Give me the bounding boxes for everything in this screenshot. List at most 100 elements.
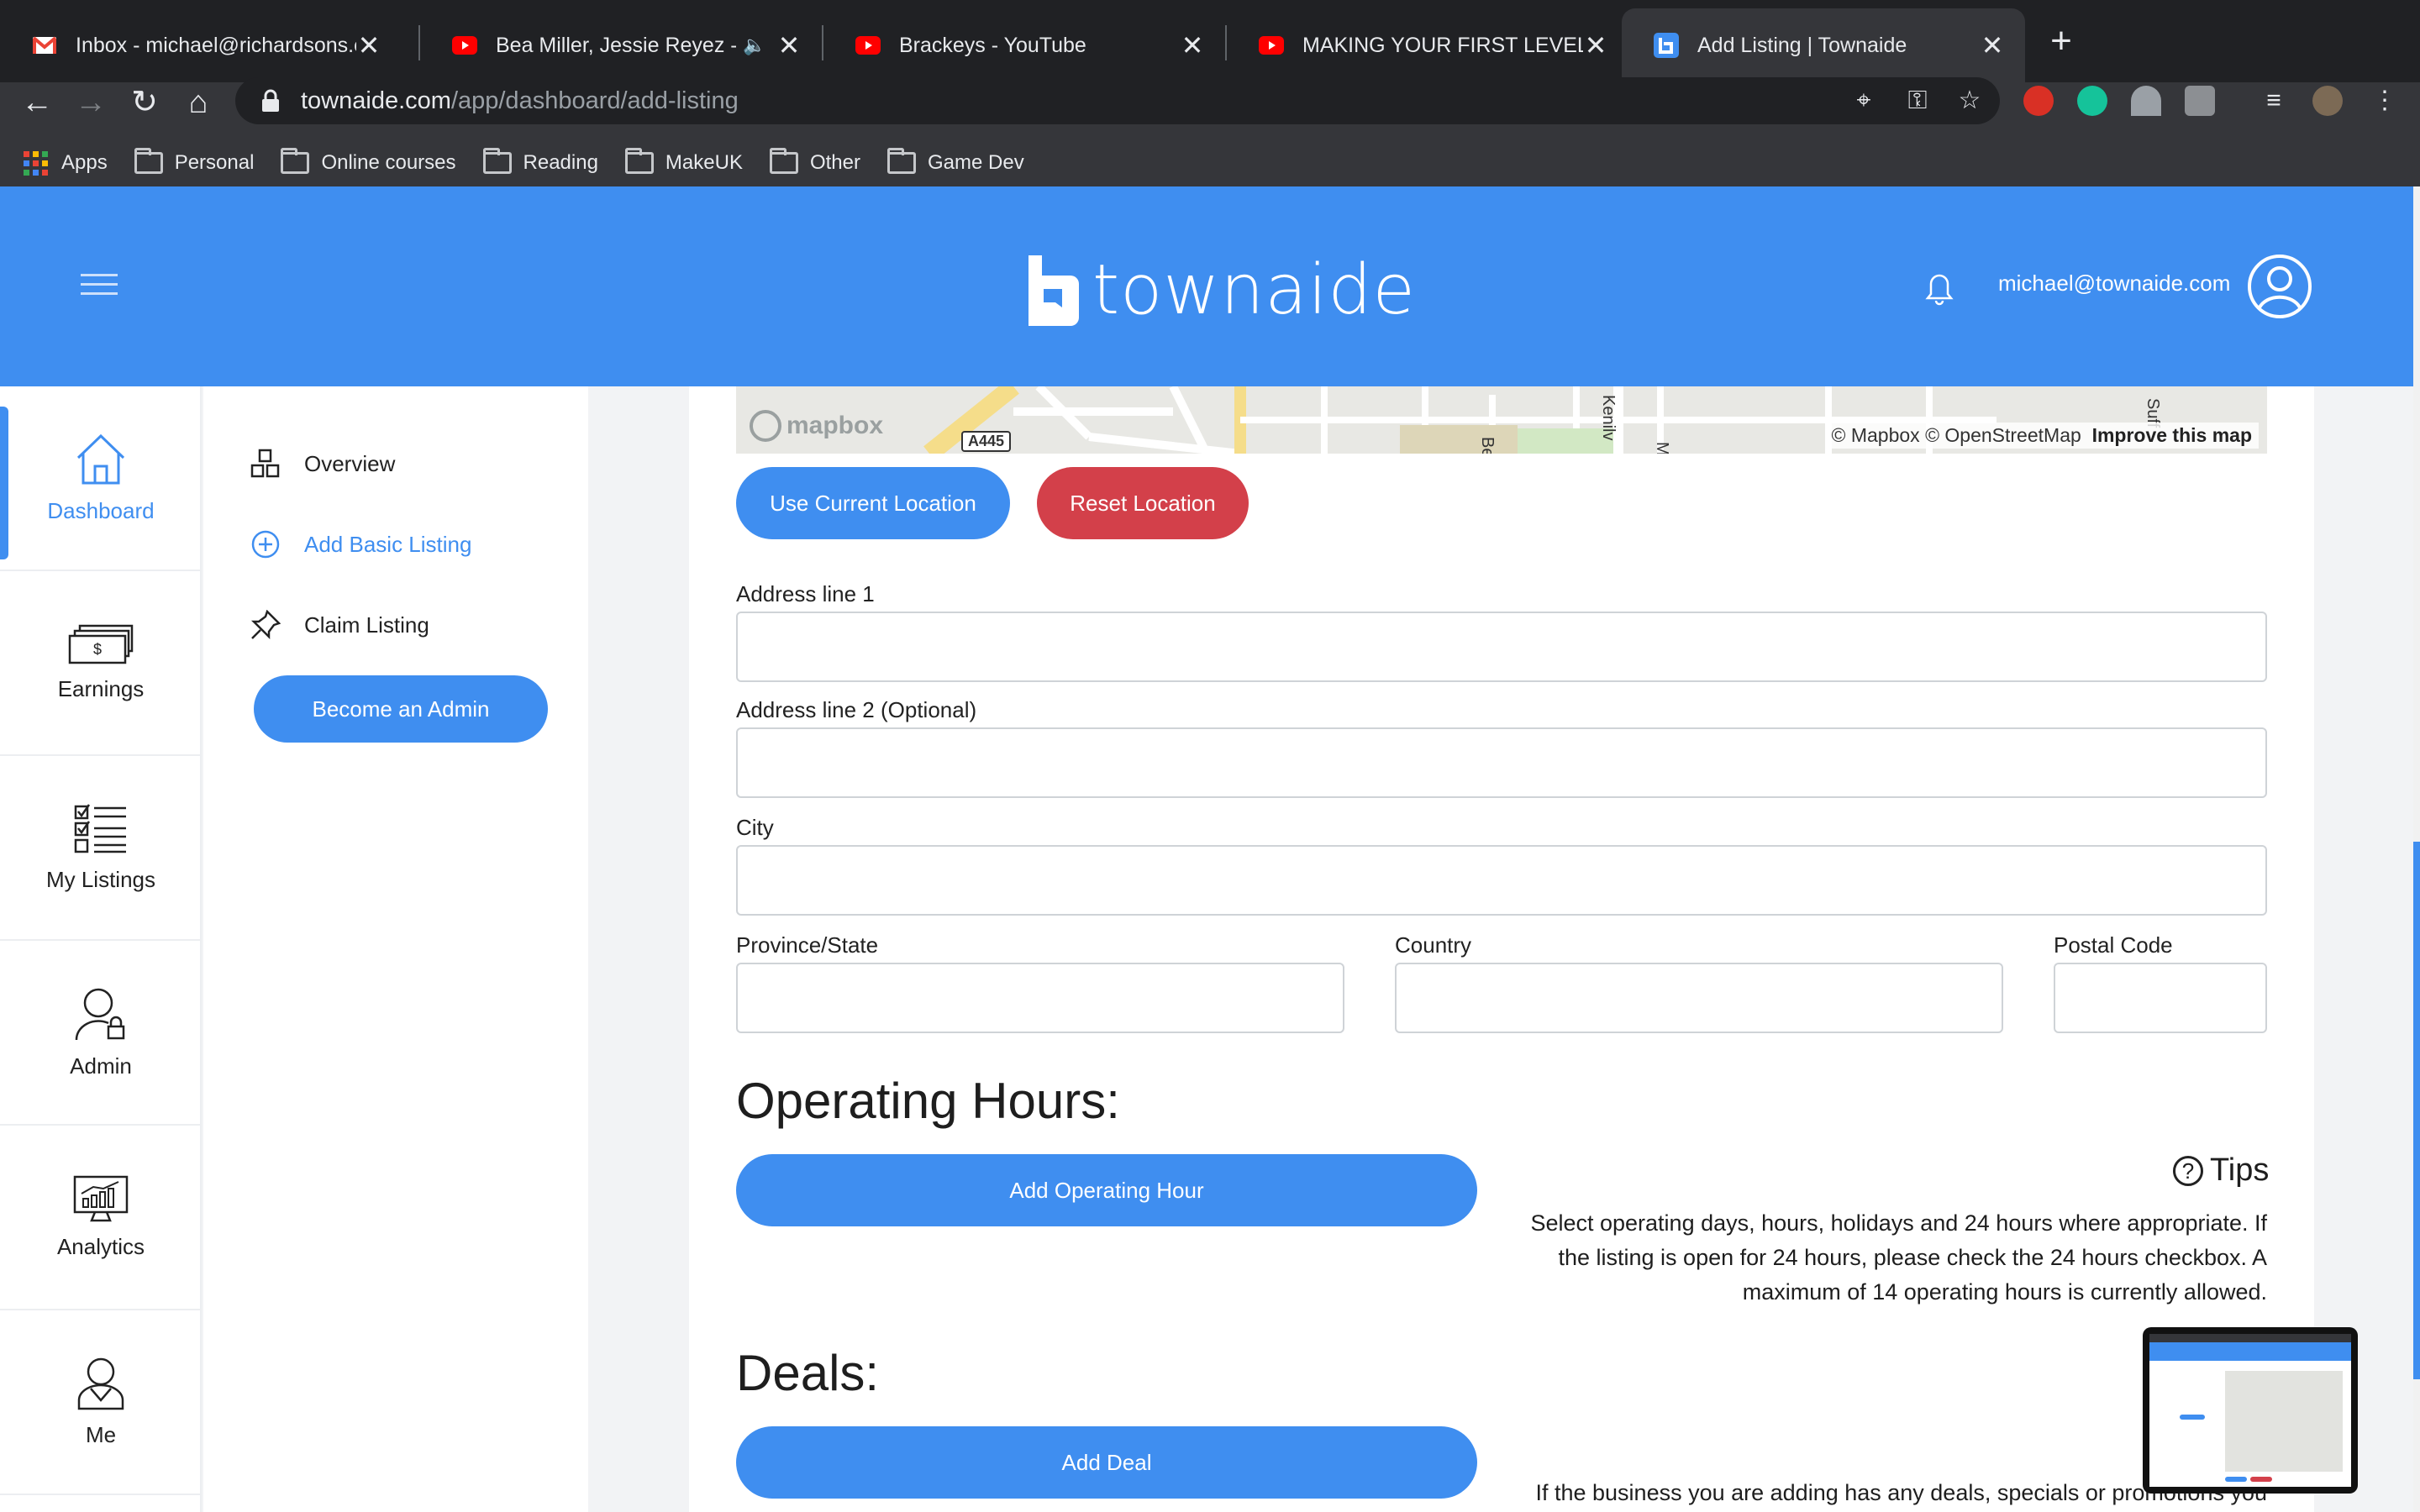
browser-tab[interactable]: MAKING YOUR FIRST LEVEL in U ✕ xyxy=(1227,8,1628,82)
address-line-2-label: Address line 2 (Optional) xyxy=(736,697,977,722)
forward-arrow-icon[interactable]: → xyxy=(69,81,113,124)
map-attribution-text[interactable]: © Mapbox © OpenStreetMap xyxy=(1832,424,2081,446)
menu-kebab-icon[interactable]: ⋮ xyxy=(2370,86,2400,116)
browser-tab-active[interactable]: Add Listing | Townaide ✕ xyxy=(1622,8,2025,82)
bookmark-label: Online courses xyxy=(321,151,456,174)
tab-title: Inbox - michael@richardsons.co xyxy=(76,33,356,57)
rail-item-admin[interactable]: Admin xyxy=(0,941,202,1126)
tab-close-icon[interactable]: ✕ xyxy=(1980,29,2005,61)
mapbox-circle-icon xyxy=(750,410,781,442)
browser-tab[interactable]: Inbox - michael@richardsons.co ✕ xyxy=(0,8,402,82)
tips-text: Select operating days, hours, holidays a… xyxy=(1530,1210,2267,1305)
page-scrollbar[interactable] xyxy=(2413,186,2420,1512)
bookmark-folder[interactable]: Reading xyxy=(482,148,598,175)
back-arrow-icon[interactable]: ← xyxy=(15,81,59,124)
bookmark-label: Reading xyxy=(523,151,598,174)
scrollbar-thumb[interactable] xyxy=(2413,842,2420,1379)
rail-item-earnings[interactable]: $ Earnings xyxy=(0,571,202,756)
country-label: Country xyxy=(1395,932,1472,958)
bookmark-folder[interactable]: MakeUK xyxy=(624,148,743,175)
url-path: /app/dashboard/add-listing xyxy=(450,87,739,114)
speaker-muted-icon[interactable]: 🔈 xyxy=(743,34,765,56)
rail-label: Admin xyxy=(70,1053,132,1079)
submenu-item-add-basic-listing[interactable]: Add Basic Listing xyxy=(250,529,471,559)
user-avatar-icon[interactable] xyxy=(2247,254,2312,319)
submenu-item-overview[interactable]: Overview xyxy=(250,449,395,479)
townaide-logo[interactable]: townaide xyxy=(1023,250,1416,330)
submenu-label: Add Basic Listing xyxy=(304,531,472,557)
rail-item-dashboard[interactable]: Dashboard xyxy=(0,386,202,571)
user-email[interactable]: michael@townaide.com xyxy=(1998,270,2230,297)
admin-user-icon xyxy=(75,988,125,1040)
bookmark-apps[interactable]: Apps xyxy=(24,150,108,176)
mapbox-logo[interactable]: mapbox xyxy=(750,410,883,442)
bookmark-label: Apps xyxy=(61,151,108,174)
new-tab-button[interactable]: + xyxy=(2040,20,2082,62)
dashboard-submenu: Overview Add Basic Listing Claim Listing… xyxy=(203,386,588,1512)
submenu-item-claim-listing[interactable]: Claim Listing xyxy=(250,610,429,640)
location-target-icon[interactable]: ⌖ xyxy=(1849,86,1879,116)
sidebar-toggle-icon[interactable] xyxy=(81,274,118,302)
tab-close-icon[interactable]: ✕ xyxy=(776,29,802,61)
tab-close-icon[interactable]: ✕ xyxy=(1180,29,1205,61)
bell-icon[interactable] xyxy=(1924,272,1954,306)
deals-title: Deals: xyxy=(736,1345,880,1401)
reset-location-button[interactable]: Reset Location xyxy=(1037,467,1249,539)
thumbnail-browser-bar xyxy=(2149,1334,2351,1342)
bookmark-folder[interactable]: Personal xyxy=(134,148,255,175)
rail-item-my-listings[interactable]: My Listings xyxy=(0,756,202,941)
location-map[interactable]: Bea Kenilv M Suff mapbox A445 © Mapbox ©… xyxy=(736,386,2267,454)
plus-circle-icon xyxy=(251,530,280,559)
bookmark-label: Personal xyxy=(174,151,255,174)
city-input[interactable] xyxy=(736,845,2267,916)
home-icon[interactable]: ⌂ xyxy=(176,81,220,124)
screen-recording-thumbnail[interactable] xyxy=(2143,1327,2358,1494)
folder-icon xyxy=(134,148,163,174)
profile-avatar[interactable] xyxy=(2312,86,2343,116)
bookmark-folder[interactable]: Other xyxy=(769,148,860,175)
bookmark-folder[interactable]: Online courses xyxy=(281,148,456,175)
tab-close-icon[interactable]: ✕ xyxy=(1583,29,1608,61)
province-input[interactable] xyxy=(736,963,1344,1033)
youtube-icon xyxy=(1259,33,1284,58)
grammarly-extension-icon[interactable] xyxy=(2077,86,2107,116)
browser-tab[interactable]: Brackeys - YouTube ✕ xyxy=(823,8,1225,82)
browser-tab-strip: Inbox - michael@richardsons.co ✕ Bea Mil… xyxy=(0,0,2420,82)
media-queue-icon[interactable]: ≡ xyxy=(2259,86,2289,116)
add-operating-hour-button[interactable]: Add Operating Hour xyxy=(736,1154,1477,1226)
browser-tab[interactable]: Bea Miller, Jessie Reyez - FE 🔈 ✕ xyxy=(420,8,822,82)
reload-icon[interactable]: ↻ xyxy=(123,81,166,124)
address-bar[interactable]: townaide.com/app/dashboard/add-listing xyxy=(235,77,2000,124)
city-label: City xyxy=(736,815,774,840)
thumbnail-screen xyxy=(2149,1334,2351,1487)
rail-item-me[interactable]: Me xyxy=(0,1310,202,1495)
arch-extension-icon[interactable] xyxy=(2131,86,2161,116)
become-admin-button[interactable]: Become an Admin xyxy=(254,675,548,743)
adblock-extension-icon[interactable] xyxy=(2023,86,2054,116)
country-input[interactable] xyxy=(1395,963,2003,1033)
rail-item-analytics[interactable]: Analytics xyxy=(0,1126,202,1310)
tab-close-icon[interactable]: ✕ xyxy=(356,29,381,61)
bookmark-folder[interactable]: Game Dev xyxy=(886,148,1024,175)
province-label: Province/State xyxy=(736,932,879,958)
improve-map-link[interactable]: Improve this map xyxy=(2092,424,2252,446)
h-extension-icon[interactable] xyxy=(2185,86,2215,116)
address-line-2-input[interactable] xyxy=(736,727,2267,798)
star-bookmark-icon[interactable]: ☆ xyxy=(1954,86,1985,116)
townaide-logo-mark xyxy=(1028,255,1079,326)
use-current-location-button[interactable]: Use Current Location xyxy=(736,467,1010,539)
rail-label: My Listings xyxy=(45,866,156,892)
folder-icon xyxy=(281,148,310,174)
key-icon[interactable]: ⚿ xyxy=(1902,86,1933,116)
app-header: townaide michael@townaide.com xyxy=(0,186,2413,386)
add-deal-button[interactable]: Add Deal xyxy=(736,1426,1477,1499)
gmail-icon xyxy=(32,33,57,58)
map-street-label: Kenilv xyxy=(1599,395,1618,440)
address-line-1-input[interactable] xyxy=(736,612,2267,682)
tips-title: Tips xyxy=(2210,1152,2270,1188)
postal-code-input[interactable] xyxy=(2054,963,2267,1033)
postal-code-label: Postal Code xyxy=(2054,932,2173,958)
bookmark-label: Other xyxy=(809,151,860,174)
person-icon xyxy=(77,1357,124,1410)
tab-title: Brackeys - YouTube xyxy=(899,33,1086,57)
